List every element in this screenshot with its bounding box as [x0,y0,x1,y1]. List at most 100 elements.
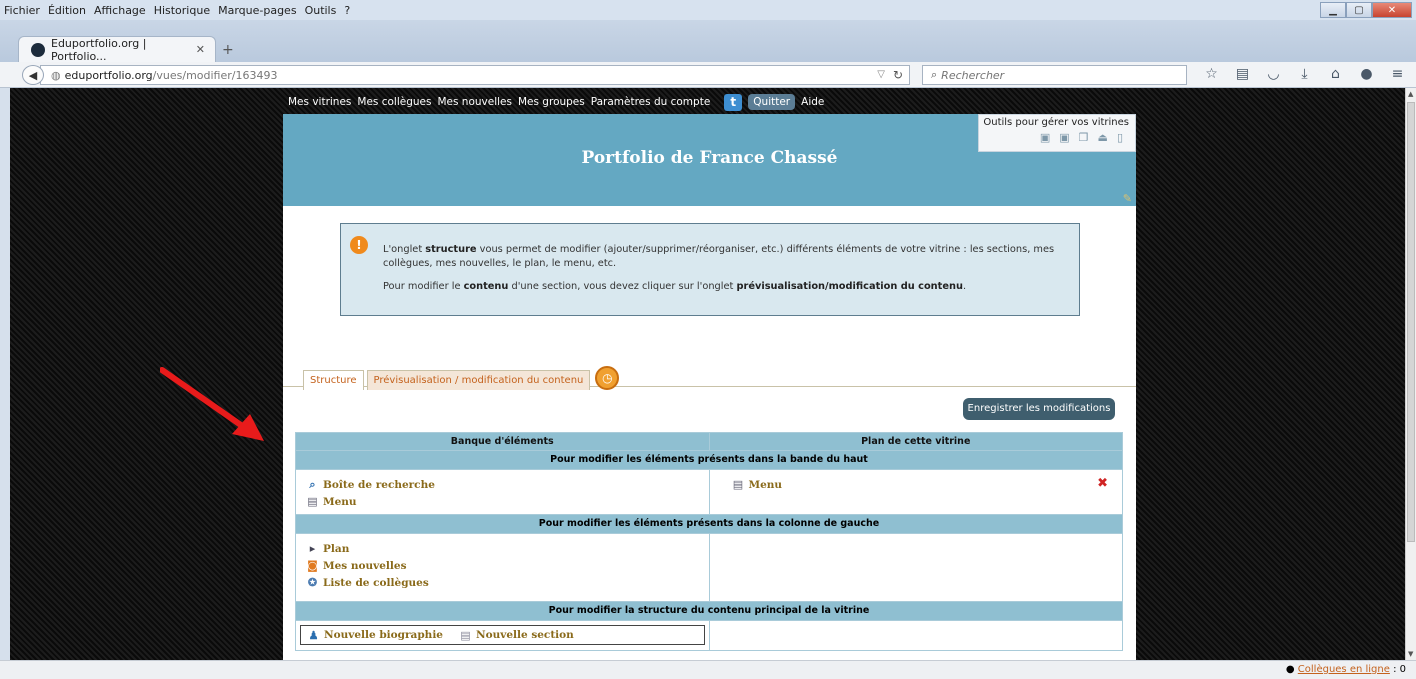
status-bar: ● Collègues en ligne : 0 [0,660,1416,679]
menu-icon: ▤ [307,495,318,508]
globe-icon: ◍ [51,68,61,82]
downloads-icon[interactable]: ⤓ [1289,66,1320,82]
section-icon: ▤ [460,628,471,642]
home-icon[interactable]: ⌂ [1320,66,1351,82]
section-header-main: Pour modifier la structure du contenu pr… [295,601,1123,621]
plan-icon: ▸ [309,542,316,555]
nav-parametres[interactable]: Paramètres du compte [591,96,711,108]
menu-marque-pages[interactable]: Marque-pages [218,4,296,17]
new-elements-box: ♟ Nouvelle biographie ▤ Nouvelle section [300,625,705,645]
colleagues-online-link[interactable]: Collègues en ligne [1298,664,1390,675]
save-button[interactable]: Enregistrer les modifications [963,398,1115,420]
close-window-button[interactable]: ✕ [1372,2,1412,18]
pocket-icon[interactable]: ◡ [1258,66,1289,82]
navigation-bar: ◍ eduportfolio.org /vues/modifier/163493… [0,62,1416,88]
menubar: Fichier Édition Affichage Historique Mar… [0,0,1416,20]
menu-icon: ▤ [732,478,744,491]
browser-tab[interactable]: Eduportfolio.org | Portfolio... ✕ [18,36,216,63]
back-arrow-icon: ◀ [28,68,38,82]
reload-icon[interactable]: ↻ [893,68,903,82]
search-input[interactable] [941,68,1162,82]
menu-historique[interactable]: Historique [154,4,210,17]
portfolio-container: Portfolio de France Chassé Outils pour g… [283,114,1136,660]
menu-help[interactable]: ? [344,4,350,17]
favicon-icon [31,42,45,57]
menu-fichier[interactable]: Fichier [4,4,40,17]
site-navigation: Mes vitrines Mes collègues Mes nouvelles… [288,93,830,111]
web-page: Mes vitrines Mes collègues Mes nouvelles… [10,88,1405,660]
structure-table: Banque d'éléments Plan de cette vitrine … [295,432,1123,651]
export-icon[interactable]: ⏏ [1098,131,1108,144]
section-header-left: Pour modifier les éléments présents dans… [295,514,1123,534]
url-path: /vues/modifier/163493 [152,68,278,82]
bank-item-colleagues[interactable]: ✪ Liste de collègues [306,574,699,591]
minimize-button[interactable]: ▁ [1320,2,1346,18]
window-controls: ▁ ▢ ✕ [1320,2,1412,18]
search-bar: ⌕ [922,65,1187,85]
bank-item-news[interactable]: ◙ Mes nouvelles [306,557,699,574]
warning-icon: ! [350,236,368,254]
menu-hamburger-icon[interactable]: ≡ [1382,66,1413,82]
quit-button[interactable]: Quitter [748,94,796,110]
portfolio-banner: Portfolio de France Chassé Outils pour g… [283,114,1136,206]
red-arrow-annotation [160,367,264,441]
page-scrollbar[interactable]: ▲ ▼ [1405,88,1416,660]
maximize-icon: ▢ [1354,4,1364,16]
menu-edition[interactable]: Édition [48,4,86,17]
magnifier-icon: ⌕ [309,477,316,491]
twitter-icon[interactable]: t [724,93,743,111]
info-paragraph-2: Pour modifier le contenu d'une section, … [383,281,967,292]
search-icon: ⌕ [931,68,938,81]
bank-item-new-section[interactable]: ▤ Nouvelle section [459,627,574,644]
bank-item-plan[interactable]: ▸ Plan [306,540,699,557]
maximize-button[interactable]: ▢ [1346,2,1372,18]
tab-structure[interactable]: Structure [303,370,364,390]
info-box: ! L'onglet structure vous permet de modi… [340,223,1080,316]
preview-icon[interactable]: ▣ [1059,131,1069,144]
delete-icon[interactable]: ▯ [1117,131,1123,144]
tools-box: Outils pour gérer vos vitrines ▣ ▣ ❐ ⏏ ▯ [978,114,1136,152]
section-header-top: Pour modifier les éléments présents dans… [295,450,1123,470]
nav-mes-groupes[interactable]: Mes groupes [518,96,585,108]
tab-strip: Eduportfolio.org | Portfolio... ✕ + [0,20,1416,63]
person-icon: ♟ [308,628,319,642]
tab-preview[interactable]: Prévisualisation / modification du conte… [366,370,591,390]
nav-mes-vitrines[interactable]: Mes vitrines [288,96,351,108]
colleagues-online: ● Collègues en ligne : 0 [1286,664,1406,675]
bank-item-menu[interactable]: ▤ Menu [306,493,699,510]
help-link[interactable]: Aide [801,96,824,108]
new-tab-icon[interactable]: + [222,42,234,58]
scroll-up-icon[interactable]: ▲ [1408,90,1413,98]
tools-label: Outils pour gérer vos vitrines [983,117,1129,128]
bank-item-search-box[interactable]: ⌕ Boîte de recherche [306,476,699,493]
scroll-down-icon[interactable]: ▼ [1408,650,1413,658]
copy-icon[interactable]: ❐ [1079,131,1089,144]
column-header-bank: Banque d'éléments [295,432,710,451]
url-bar[interactable]: ◍ eduportfolio.org /vues/modifier/163493… [40,65,910,85]
info-paragraph-1: L'onglet structure vous permet de modifi… [383,244,1055,269]
plan-item-menu[interactable]: ▤ Menu [732,476,1113,493]
menu-affichage[interactable]: Affichage [94,4,146,17]
reading-list-icon[interactable]: ▤ [1227,66,1258,82]
bank-item-new-biography[interactable]: ♟ Nouvelle biographie [307,627,443,644]
scrollbar-thumb[interactable] [1407,102,1415,542]
clock-icon[interactable]: ◷ [595,366,620,390]
back-button[interactable]: ◀ [22,65,44,85]
history-dropdown-icon[interactable]: ▽ [877,69,885,80]
nav-mes-collegues[interactable]: Mes collègues [357,96,431,108]
remove-icon[interactable]: ✖ [1097,476,1108,491]
column-header-plan: Plan de cette vitrine [708,432,1123,451]
minimize-icon: ▁ [1329,4,1337,16]
url-host: eduportfolio.org [64,68,153,82]
nav-mes-nouvelles[interactable]: Mes nouvelles [437,96,512,108]
new-showcase-icon[interactable]: ▣ [1040,131,1050,144]
colleagues-online-count: : 0 [1393,664,1406,675]
menu-outils[interactable]: Outils [305,4,337,17]
edit-pencil-icon[interactable]: ✎ [1123,192,1132,205]
bookmark-star-icon[interactable]: ☆ [1196,66,1227,82]
close-tab-icon[interactable]: ✕ [196,43,205,56]
rss-icon: ◙ [307,559,318,572]
colleagues-icon: ✪ [307,576,318,589]
close-icon: ✕ [1387,4,1397,16]
chat-icon[interactable]: ● [1351,66,1382,82]
